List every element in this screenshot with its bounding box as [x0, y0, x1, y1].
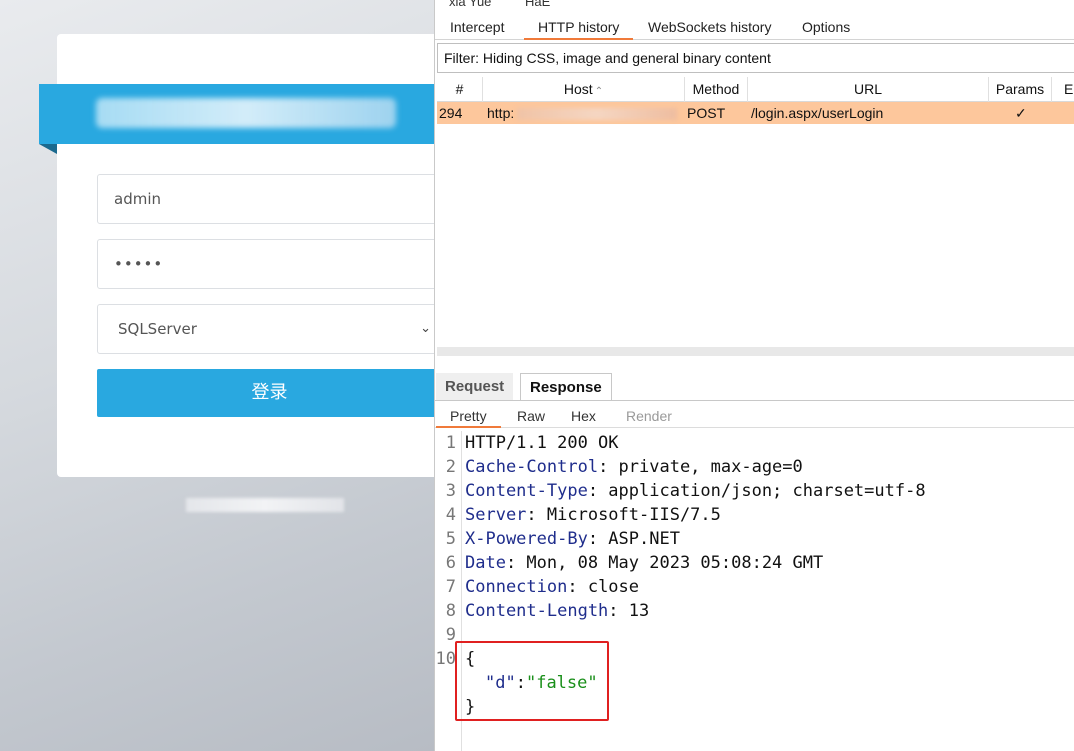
tab-divider [435, 400, 1074, 401]
proxy-tabs: Intercept HTTP history WebSockets histor… [435, 14, 1074, 40]
column-header-number[interactable]: # [437, 77, 483, 102]
filter-bar[interactable]: Filter: Hiding CSS, image and general bi… [437, 43, 1074, 73]
sort-ascending-icon: ⌃ [594, 86, 604, 97]
database-select[interactable]: SQLServer ⌄ [97, 304, 442, 354]
tab-response[interactable]: Response [520, 373, 612, 400]
line-number: 9 [445, 625, 456, 645]
tab-http-history[interactable]: HTTP history [524, 14, 634, 40]
database-select-value: SQLServer [118, 320, 197, 338]
burp-window: xia Yue HaE Intercept HTTP history WebSo… [434, 0, 1074, 751]
header-value: : close [567, 577, 640, 597]
column-header-url[interactable]: URL [748, 77, 989, 102]
username-field[interactable]: admin [97, 174, 442, 224]
ext-tab-xiayue[interactable]: xia Yue [449, 0, 491, 9]
header-line: Content-Type: application/json; charset=… [465, 479, 926, 503]
highlight-annotation-box [455, 641, 609, 721]
header-line: Date: Mon, 08 May 2023 05:08:24 GMT [465, 551, 823, 575]
line-number: 5 [445, 529, 456, 549]
tab-hex[interactable]: Hex [557, 404, 610, 428]
password-field[interactable]: ••••• [97, 239, 442, 289]
params-check-icon: ✓ [1015, 105, 1027, 121]
line-number: 7 [445, 577, 456, 597]
horizontal-scrollbar[interactable] [437, 347, 1074, 356]
row-number: 294 [439, 105, 463, 121]
header-name: Cache-Control [465, 457, 599, 477]
header-name: Connection [465, 577, 568, 597]
line-number: 1 [445, 433, 456, 453]
header-value: : private, max-age=0 [598, 457, 803, 477]
table-header: # Host⌃ Method URL Params Ed [437, 77, 1074, 102]
redacted-host [517, 108, 677, 120]
redacted-footer [186, 498, 344, 512]
login-banner-fold [39, 144, 57, 154]
line-number: 3 [445, 481, 456, 501]
line-number: 10 [435, 649, 456, 669]
tab-intercept[interactable]: Intercept [436, 14, 518, 40]
view-tabs: Pretty Raw Hex Render [435, 404, 1074, 428]
login-button[interactable]: 登录 [97, 369, 442, 417]
header-line: Server: Microsoft-IIS/7.5 [465, 503, 721, 527]
header-line: Content-Length: 13 [465, 599, 649, 623]
row-method: POST [687, 105, 726, 121]
column-header-method[interactable]: Method [685, 77, 748, 102]
header-name: X-Powered-By [465, 529, 588, 549]
header-value: : Microsoft-IIS/7.5 [526, 505, 721, 525]
header-line: X-Powered-By: ASP.NET [465, 527, 680, 551]
header-line: Connection: close [465, 575, 639, 599]
tab-raw[interactable]: Raw [503, 404, 559, 428]
header-value: : ASP.NET [587, 529, 680, 549]
column-header-params[interactable]: Params [989, 77, 1052, 102]
header-value: : 13 [608, 601, 650, 621]
status-line: HTTP/1.1 200 OK [465, 433, 619, 453]
line-number: 6 [445, 553, 456, 573]
line-number: 2 [445, 457, 456, 477]
tab-pretty[interactable]: Pretty [436, 404, 501, 428]
tab-options[interactable]: Options [788, 14, 864, 40]
request-response-tabs: Request Response [435, 373, 1074, 401]
header-value: : Mon, 08 May 2023 05:08:24 GMT [505, 553, 824, 573]
redacted-title [96, 98, 396, 128]
tab-websockets-history[interactable]: WebSockets history [634, 14, 785, 40]
line-number: 4 [445, 505, 456, 525]
header-name: Date [465, 553, 506, 573]
row-url: /login.aspx/userLogin [751, 105, 884, 121]
column-header-host-label: Host [563, 81, 593, 97]
column-header-host[interactable]: Host ⌃ [483, 77, 685, 102]
header-name: Server [465, 505, 527, 525]
header-line: Cache-Control: private, max-age=0 [465, 455, 803, 479]
column-header-edited[interactable]: Ed [1052, 77, 1074, 102]
header-name: Content-Length [465, 601, 609, 621]
ext-tab-hae[interactable]: HaE [525, 0, 550, 9]
tab-request[interactable]: Request [436, 373, 514, 400]
table-row[interactable]: 294 http: POST /login.aspx/userLogin ✓ [437, 102, 1074, 124]
header-name: Content-Type [465, 481, 588, 501]
chevron-down-icon: ⌄ [420, 321, 431, 336]
header-value: : application/json; charset=utf-8 [587, 481, 926, 501]
history-table: # Host⌃ Method URL Params Ed 294 http: P… [437, 77, 1074, 347]
row-host: http: [487, 105, 515, 121]
tab-render[interactable]: Render [612, 404, 686, 428]
line-number: 8 [445, 601, 456, 621]
